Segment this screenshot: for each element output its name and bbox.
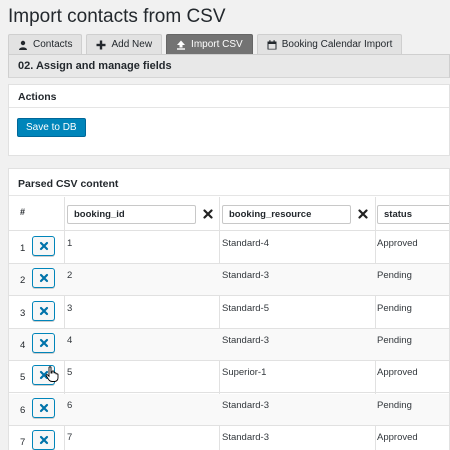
table-row: 1 1 Standard-4 Approved [9, 232, 449, 264]
save-to-db-button[interactable]: Save to DB [17, 118, 86, 137]
table-cell: 3 [67, 302, 73, 314]
remove-row-button[interactable] [32, 300, 55, 321]
table-header: # booking_id booking_resource status [9, 197, 449, 231]
tab-bar: Contacts Add New Import CSV Booking Cale… [8, 34, 406, 54]
table-row: 3 3 Standard-5 Pending [9, 297, 449, 329]
table-cell: 4 [67, 334, 73, 346]
tab-add-new[interactable]: Add New [86, 34, 163, 54]
row-number: 5 [20, 372, 26, 384]
table-cell: Standard-3 [222, 431, 270, 443]
person-icon [18, 40, 28, 50]
remove-row-icon [39, 274, 48, 283]
actions-panel-header: Actions [9, 85, 449, 108]
section-title: 02. Assign and manage fields [18, 60, 172, 72]
remove-row-button[interactable] [32, 236, 55, 256]
remove-row-icon [39, 241, 48, 251]
column-name-input[interactable]: status [377, 205, 449, 224]
row-number: 6 [20, 404, 26, 416]
table-cell: 1 [67, 238, 73, 249]
upload-icon [176, 40, 186, 50]
remove-row-icon [39, 435, 48, 444]
csv-table: # booking_id booking_resource status 1 1 S… [9, 197, 449, 450]
remove-row-button[interactable] [32, 332, 55, 353]
column-name-input[interactable]: booking_resource [222, 205, 351, 224]
remove-column-icon[interactable] [203, 209, 213, 219]
table-cell: Pending [377, 302, 412, 314]
page-title: Import contacts from CSV [8, 6, 226, 27]
remove-row-button[interactable] [32, 397, 55, 418]
table-cell: Pending [377, 399, 412, 411]
row-number: 1 [20, 243, 26, 254]
tab-label: Contacts [33, 39, 73, 50]
table-row: 7 7 Standard-3 Approved [9, 426, 449, 450]
row-number-header: # [20, 207, 26, 217]
table-cell: Standard-4 [222, 238, 270, 249]
table-cell: Standard-5 [222, 302, 270, 314]
remove-row-button[interactable] [32, 365, 55, 386]
table-cell: Approved [377, 367, 418, 379]
table-cell: Standard-3 [222, 399, 270, 411]
table-cell: Pending [377, 270, 412, 282]
table-cell: Standard-3 [222, 334, 270, 346]
remove-row-button[interactable] [32, 429, 55, 450]
table-cell: Pending [377, 334, 412, 346]
table-cell: 7 [67, 431, 73, 443]
tab-contacts[interactable]: Contacts [8, 34, 83, 54]
table-cell: Superior-1 [222, 367, 267, 379]
table-cell: Approved [377, 238, 418, 249]
tab-label: Import CSV [191, 39, 243, 50]
table-row: 2 2 Standard-3 Pending [9, 264, 449, 297]
row-number: 4 [20, 339, 26, 351]
calendar-icon [267, 39, 277, 50]
actions-panel: Actions Save to DB [8, 84, 450, 156]
table-row: 5 5 Superior-1 Approved [9, 361, 449, 394]
csv-panel-title: Parsed CSV content [18, 178, 119, 190]
tab-label: Add New [111, 39, 153, 50]
remove-row-icon [39, 403, 48, 412]
csv-panel-header: Parsed CSV content [9, 169, 449, 196]
table-cell: 5 [67, 367, 73, 379]
table-cell: 6 [67, 399, 73, 411]
remove-row-icon [39, 338, 48, 347]
table-row: 4 4 Standard-3 Pending [9, 328, 449, 361]
table-cell: Standard-3 [222, 270, 270, 282]
actions-title: Actions [18, 91, 57, 103]
table-row: 6 6 Standard-3 Pending [9, 393, 449, 426]
remove-row-icon [39, 306, 48, 315]
tab-import-csv[interactable]: Import CSV [166, 34, 253, 54]
section-header: 02. Assign and manage fields [8, 54, 450, 78]
row-number: 2 [20, 275, 26, 287]
row-number: 3 [20, 307, 26, 319]
remove-column-icon[interactable] [358, 209, 368, 219]
table-cell: Approved [377, 431, 418, 443]
column-name-input[interactable]: booking_id [67, 205, 196, 224]
remove-row-button[interactable] [32, 268, 55, 289]
table-cell: 2 [67, 270, 73, 282]
tab-label: Booking Calendar Import [281, 39, 393, 50]
plus-icon [96, 40, 106, 50]
parsed-csv-panel: Parsed CSV content # booking_id booking_… [8, 168, 450, 450]
tab-booking-calendar-import[interactable]: Booking Calendar Import [256, 34, 403, 54]
row-number: 7 [20, 436, 26, 448]
remove-row-icon [39, 371, 48, 380]
